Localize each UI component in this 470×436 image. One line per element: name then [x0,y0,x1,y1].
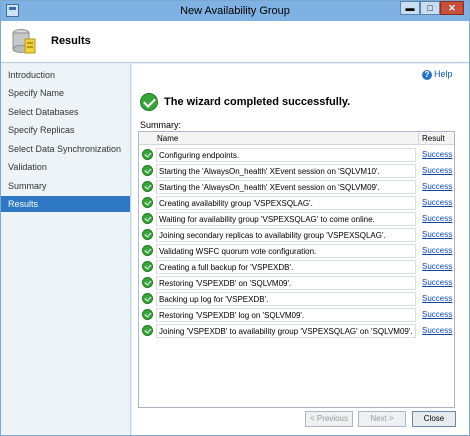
table-row: Backing up log for 'VSPEXDB'. Success [139,291,454,307]
results-panel: ? Help The wizard completed successfully.… [132,64,469,435]
result-link[interactable]: Success [422,196,452,210]
success-check-icon [142,165,153,176]
success-check-icon [142,325,153,336]
success-check-icon [142,229,153,240]
status-message: The wizard completed successfully. [164,96,351,108]
result-link[interactable]: Success [422,148,452,162]
close-button[interactable]: Close [412,411,456,427]
row-name: Validating WSFC quorum vote configuratio… [156,244,416,258]
table-row: Starting the 'AlwaysOn_health' XEvent se… [139,179,454,195]
help-link[interactable]: ? Help [422,69,453,80]
result-link[interactable]: Success [422,260,452,274]
sidebar-item-select-databases[interactable]: Select Databases [1,104,130,120]
result-link[interactable]: Success [422,244,452,258]
row-name: Waiting for availability group 'VSPEXSQL… [156,212,416,226]
close-window-button[interactable]: ✕ [440,1,464,15]
summary-label: Summary: [140,120,182,130]
table-row: Restoring 'VSPEXDB' log on 'SQLVM09'. Su… [139,307,454,323]
table-row: Configuring endpoints. Success [139,147,454,163]
help-label: Help [434,69,453,79]
page-title: Results [51,35,91,47]
sidebar-item-specify-name[interactable]: Specify Name [1,85,130,101]
row-name: Backing up log for 'VSPEXDB'. [156,292,416,306]
column-divider [418,132,419,145]
table-row: Waiting for availability group 'VSPEXSQL… [139,211,454,227]
title-bar: New Availability Group ▬ □ ✕ [1,1,469,21]
result-link[interactable]: Success [422,212,452,226]
row-name: Creating availability group 'VSPEXSQLAG'… [156,196,416,210]
database-wizard-icon [12,29,36,54]
table-row: Creating a full backup for 'VSPEXDB'. Su… [139,259,454,275]
maximize-button[interactable]: □ [420,1,440,15]
sidebar-item-select-data-synchronization[interactable]: Select Data Synchronization [1,141,130,157]
row-name: Creating a full backup for 'VSPEXDB'. [156,260,416,274]
row-name: Restoring 'VSPEXDB' log on 'SQLVM09'. [156,308,416,322]
success-check-icon [142,213,153,224]
row-name: Restoring 'VSPEXDB' on 'SQLVM09'. [156,276,416,290]
table-header: Name Result [139,132,454,145]
success-check-icon [142,261,153,272]
previous-button: < Previous [305,411,353,427]
wizard-window: New Availability Group ▬ □ ✕ Results Int… [0,0,470,436]
sidebar-item-introduction[interactable]: Introduction [1,67,130,83]
next-button: Next > [358,411,406,427]
result-link[interactable]: Success [422,292,452,306]
result-link[interactable]: Success [422,164,452,178]
result-link[interactable]: Success [422,180,452,194]
sidebar-item-validation[interactable]: Validation [1,159,130,175]
success-check-icon [142,245,153,256]
sidebar-item-summary[interactable]: Summary [1,178,130,194]
help-icon: ? [422,69,432,80]
column-header-result[interactable]: Result [422,134,445,143]
row-name: Joining 'VSPEXDB' to availability group … [156,324,416,338]
table-row: Joining 'VSPEXDB' to availability group … [139,323,454,339]
result-link[interactable]: Success [422,228,452,242]
page-header: Results [1,21,469,63]
window-title: New Availability Group [180,5,290,17]
row-name: Starting the 'AlwaysOn_health' XEvent se… [156,164,416,178]
row-name: Joining secondary replicas to availabili… [156,228,416,242]
success-check-icon [140,93,158,111]
sidebar-item-results[interactable]: Results [1,196,130,212]
column-header-name[interactable]: Name [157,134,178,143]
table-row: Validating WSFC quorum vote configuratio… [139,243,454,259]
minimize-button[interactable]: ▬ [400,1,420,15]
success-check-icon [142,309,153,320]
row-name: Configuring endpoints. [156,148,416,162]
results-table: Name Result Configuring endpoints. Succe… [138,131,455,408]
table-row: Restoring 'VSPEXDB' on 'SQLVM09'. Succes… [139,275,454,291]
success-check-icon [142,277,153,288]
table-row: Creating availability group 'VSPEXSQLAG'… [139,195,454,211]
result-link[interactable]: Success [422,324,452,338]
success-check-icon [142,293,153,304]
success-check-icon [142,149,153,160]
result-link[interactable]: Success [422,308,452,322]
wizard-steps-nav: Introduction Specify Name Select Databas… [1,64,131,435]
sidebar-item-specify-replicas[interactable]: Specify Replicas [1,122,130,138]
result-link[interactable]: Success [422,276,452,290]
row-name: Starting the 'AlwaysOn_health' XEvent se… [156,180,416,194]
table-row: Starting the 'AlwaysOn_health' XEvent se… [139,163,454,179]
success-check-icon [142,181,153,192]
table-row: Joining secondary replicas to availabili… [139,227,454,243]
success-check-icon [142,197,153,208]
